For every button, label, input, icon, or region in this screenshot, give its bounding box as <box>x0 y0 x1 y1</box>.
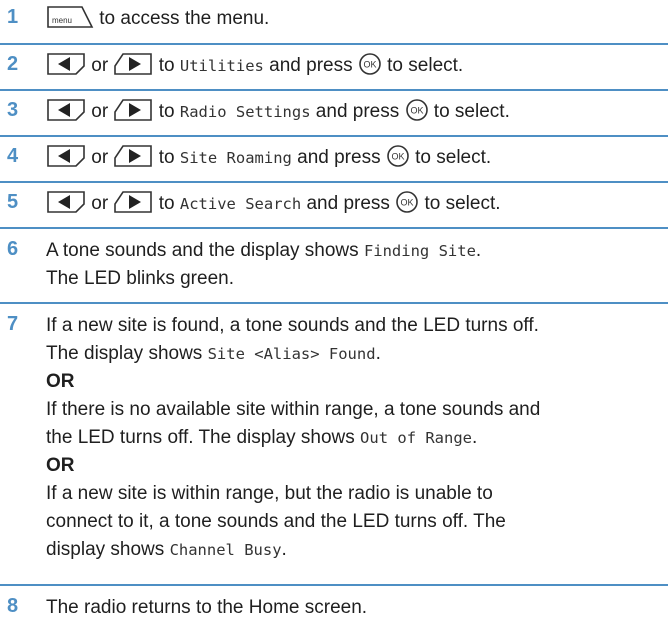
ok-key-label: OK <box>363 60 376 70</box>
step-6-line-2: The LED blinks green. <box>46 268 234 289</box>
step-number: 6 <box>7 238 19 260</box>
step-text: or to Active Search and press OK to sele… <box>46 190 666 218</box>
step-7-line-2: The display shows Site <Alias> Found. <box>46 343 381 364</box>
step-text: A tone sounds and the display shows Find… <box>46 237 666 293</box>
step-number: 8 <box>7 595 19 617</box>
display-text: Finding Site <box>363 242 476 260</box>
to-text: to <box>153 193 180 214</box>
menu-target: Radio Settings <box>179 103 311 121</box>
press-text: and press <box>291 147 386 168</box>
or-heading: OR <box>46 455 75 476</box>
step-7-line-7: If a new site is within range, but the r… <box>46 483 493 504</box>
select-text: to select. <box>419 193 501 214</box>
divider <box>0 135 668 137</box>
divider <box>0 302 668 304</box>
step-number: 5 <box>7 191 19 213</box>
step-7-line-8: connect to it, a tone sounds and the LED… <box>46 511 506 532</box>
step-7-line-4: If there is no available site within ran… <box>46 399 541 420</box>
step-text: menu to access the menu. <box>46 5 666 33</box>
step-text: If a new site is found, a tone sounds an… <box>46 312 666 564</box>
or-heading: OR <box>46 371 75 392</box>
select-text: to select. <box>428 101 510 122</box>
select-text: to select. <box>409 147 492 168</box>
menu-key-icon: menu <box>47 6 94 28</box>
ok-key-label: OK <box>401 198 414 208</box>
to-text: to <box>153 101 180 122</box>
divider <box>0 584 668 586</box>
right-arrow-key-icon <box>114 99 153 121</box>
step-7-line-5: the LED turns off. The display shows Out… <box>46 427 478 448</box>
step-number: 3 <box>7 99 19 121</box>
right-arrow-key-icon <box>114 191 153 213</box>
left-arrow-key-icon <box>47 99 85 121</box>
step-text: The radio returns to the Home screen. <box>46 597 368 618</box>
step-7-line-1: If a new site is found, a tone sounds an… <box>46 315 539 336</box>
press-text: and press <box>301 193 396 214</box>
left-arrow-key-icon <box>47 191 85 213</box>
ok-key-icon: OK <box>387 145 409 167</box>
ok-key-icon: OK <box>396 191 419 213</box>
ok-key-label: OK <box>410 106 423 116</box>
divider <box>0 227 668 229</box>
or-text: or <box>91 147 109 168</box>
ok-key-label: OK <box>391 152 404 162</box>
menu-target: Utilities <box>179 57 264 75</box>
press-text: and press <box>263 55 358 76</box>
ok-key-icon: OK <box>359 53 381 75</box>
to-text: to <box>153 55 180 76</box>
step-number: 2 <box>7 53 19 75</box>
or-text: or <box>91 101 109 122</box>
step-7-line-9: display shows Channel Busy. <box>46 539 287 560</box>
step-text: or to Radio Settings and press OK to sel… <box>46 98 666 126</box>
step-1-text: to access the menu. <box>94 8 270 29</box>
right-arrow-key-icon <box>114 53 153 75</box>
step-text: or to Site Roaming and press OK to selec… <box>46 144 666 172</box>
step-number: 4 <box>7 145 19 167</box>
left-arrow-key-icon <box>47 53 85 75</box>
step-number: 1 <box>7 6 19 28</box>
or-text: or <box>91 193 109 214</box>
to-text: to <box>153 147 180 168</box>
right-arrow-key-icon <box>114 145 153 167</box>
display-text: Site <Alias> Found <box>207 345 376 363</box>
menu-target: Site Roaming <box>179 149 292 167</box>
select-text: to select. <box>381 55 464 76</box>
press-text: and press <box>310 101 405 122</box>
or-text: or <box>91 55 109 76</box>
ok-key-icon: OK <box>405 99 428 121</box>
divider <box>0 181 668 183</box>
step-6-line-1: A tone sounds and the display shows Find… <box>46 240 482 261</box>
step-text: or to Utilities and press OK to select. <box>46 52 666 80</box>
left-arrow-key-icon <box>47 145 85 167</box>
divider <box>0 89 668 91</box>
menu-key-label: menu <box>52 16 72 25</box>
display-text: Channel Busy <box>169 541 282 559</box>
divider <box>0 43 668 45</box>
menu-target: Active Search <box>179 195 302 213</box>
display-text: Out of Range <box>360 429 473 447</box>
step-number: 7 <box>7 313 19 335</box>
